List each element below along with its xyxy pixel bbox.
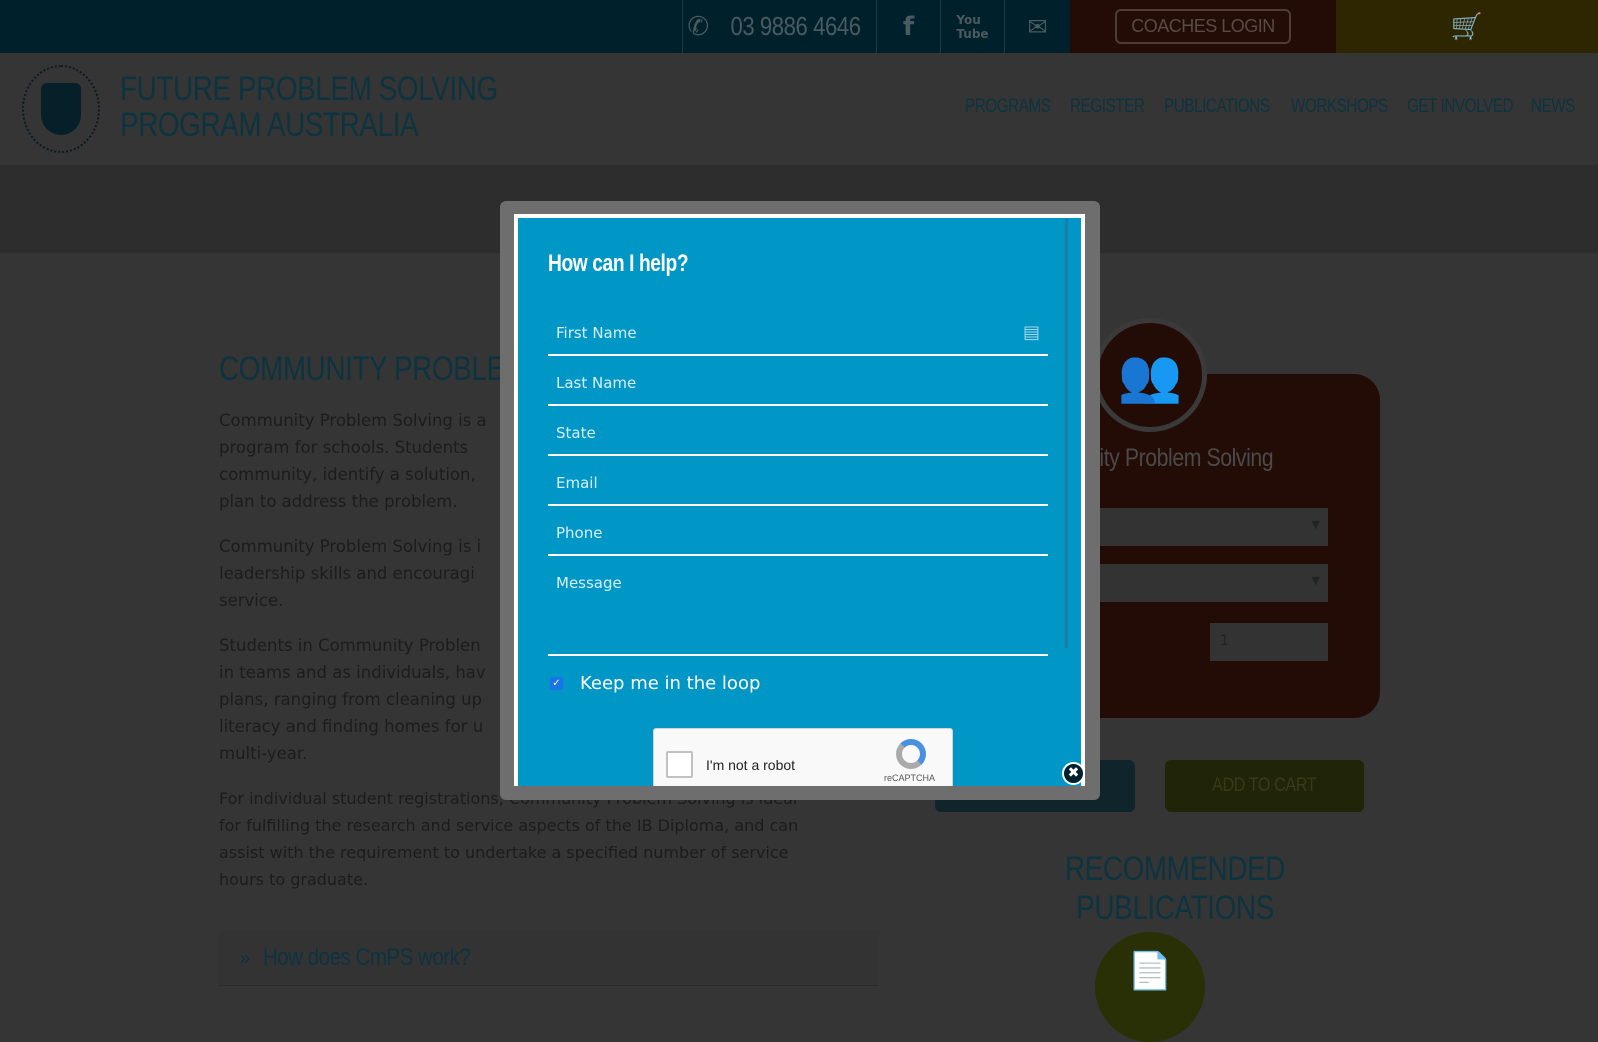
phone-link[interactable]: ✆ 03 9886 4646 xyxy=(682,0,876,53)
recaptcha-widget: I'm not a robot reCAPTCHA xyxy=(653,728,953,786)
site-title-line2: PROGRAM AUSTRALIA xyxy=(120,106,419,144)
contact-modal: How can I help? First Name ▤ Last Name St… xyxy=(514,214,1085,786)
message-textarea[interactable]: Message xyxy=(548,566,1048,656)
first-name-input[interactable]: First Name ▤ xyxy=(548,316,1048,356)
nav-programs[interactable]: PROGRAMS xyxy=(965,96,1051,118)
paragraph: For individual student registrations, Co… xyxy=(219,789,799,889)
nav-register[interactable]: REGISTER xyxy=(1070,96,1145,118)
keep-in-loop-checkbox-row: ✓ Keep me in the loop xyxy=(550,673,760,694)
login-section: COACHES LOGIN xyxy=(1070,0,1336,53)
chevron-double-right-icon: » xyxy=(239,945,252,970)
modal-heading: How can I help? xyxy=(548,250,689,277)
option-select-1[interactable]: ▼ xyxy=(1080,508,1328,546)
card-title: nity Problem Solving xyxy=(1088,444,1274,472)
option-select-2[interactable]: ▼ xyxy=(1080,564,1328,602)
top-bar: ✆ 03 9886 4646 f You Tube ✉ COACHES LOGIN … xyxy=(0,0,1598,53)
recaptcha-logo-icon xyxy=(896,739,926,769)
keep-in-loop-checkbox[interactable]: ✓ xyxy=(550,677,563,690)
accordion-how-does-cmps-work[interactable]: » How does CmPS work? xyxy=(219,930,879,986)
nav-get-involved[interactable]: GET INVOLVED xyxy=(1407,96,1514,118)
logo[interactable] xyxy=(22,65,100,153)
contact-card-icon: ▤ xyxy=(1022,322,1040,343)
coaches-login-button[interactable]: COACHES LOGIN xyxy=(1115,9,1291,44)
nav-workshops[interactable]: WORKSHOPS xyxy=(1291,96,1388,118)
phone-input[interactable]: Phone xyxy=(548,516,1048,556)
facebook-icon[interactable]: f xyxy=(876,0,940,53)
last-name-input[interactable]: Last Name xyxy=(548,366,1048,406)
phone-icon: ✆ xyxy=(687,11,709,41)
add-to-cart-button[interactable]: ADD TO CART xyxy=(1165,760,1364,812)
mail-icon[interactable]: ✉ xyxy=(1004,0,1070,53)
site-title-line1: FUTURE PROBLEM SOLVING xyxy=(120,70,498,108)
pdf-icon: 📄 xyxy=(1095,932,1205,1042)
youtube-icon[interactable]: You Tube xyxy=(940,0,1004,53)
state-input[interactable]: State xyxy=(548,416,1048,456)
nav-publications[interactable]: PUBLICATIONS xyxy=(1164,96,1270,118)
recaptcha-checkbox[interactable] xyxy=(666,751,693,778)
recommended-publications-heading: RECOMMENDED PUBLICATIONS xyxy=(1064,850,1286,927)
quantity-input[interactable]: 1 xyxy=(1210,623,1328,661)
close-icon[interactable]: ✖ xyxy=(1062,762,1085,785)
email-input[interactable]: Email xyxy=(548,466,1048,506)
group-icon: 👥 xyxy=(1093,318,1207,432)
nav-news[interactable]: NEWS xyxy=(1531,96,1575,118)
modal-scrollbar[interactable] xyxy=(1065,218,1068,648)
cart-icon[interactable]: 🛒 xyxy=(1336,0,1598,53)
